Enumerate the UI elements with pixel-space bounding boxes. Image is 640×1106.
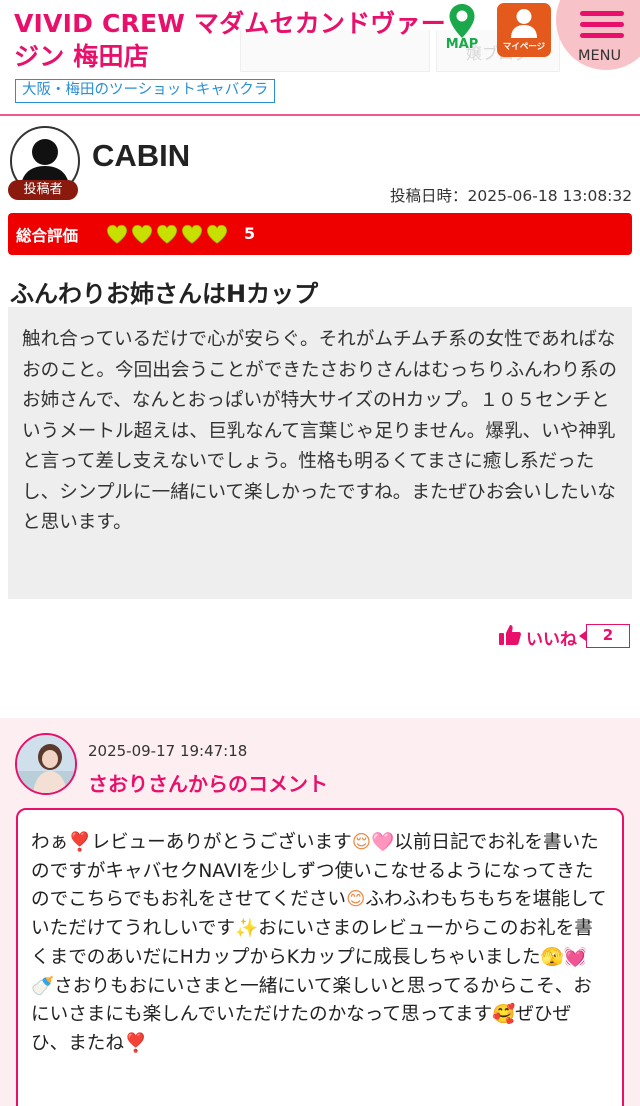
cast-photo — [17, 735, 75, 793]
heart-icon — [132, 224, 152, 244]
cast-avatar[interactable] — [15, 733, 77, 795]
heart-exclamation-emoji: ❣️ — [123, 1032, 148, 1054]
thumbs-up-icon — [499, 625, 521, 645]
comment-text: わぁ — [31, 832, 69, 853]
heart-icon — [157, 224, 177, 244]
heart-icon — [207, 224, 227, 244]
relieved-face-emoji: 😌🩷 — [351, 832, 395, 853]
comment-date: 2025-09-17 19:47:18 — [88, 742, 248, 760]
review-title: ふんわりお姉さんはHカップ — [10, 280, 319, 308]
mypage-button[interactable]: マイページ — [497, 3, 551, 57]
poster-name[interactable]: CABIN — [92, 138, 190, 174]
comment-title: さおりさんからのコメント — [88, 772, 328, 796]
smiling-face-hearts-emoji: 🥰 — [492, 1004, 516, 1026]
post-date: 投稿日時：2025-06-18 13:08:32 — [390, 187, 633, 205]
like-button[interactable]: いいね 2 — [498, 622, 634, 650]
comment-body: わぁ❣️レビューありがとうございます😌🩷以前日記でお礼を書いたのですがキャバセク… — [16, 808, 624, 1106]
rating-hearts — [106, 223, 231, 245]
poster-badge: 投稿者 — [8, 180, 78, 200]
rating-label: 総合評価 — [16, 227, 79, 245]
mypage-label: マイページ — [502, 42, 546, 52]
hamburger-icon — [580, 11, 624, 44]
shop-title[interactable]: VIVID CREW マダムセカンドヴァージン 梅田店 — [14, 7, 446, 73]
map-label: MAP — [445, 37, 479, 52]
review-body: 触れ合っているだけで心が安らぐ。それがムチムチ系の女性であればなおのこと。今回出… — [8, 307, 632, 599]
map-pin-icon — [449, 4, 475, 38]
site-header: 嬢ブログ VIVID CREW マダムセカンドヴァージン 梅田店 大阪・梅田のツ… — [0, 0, 640, 112]
heart-icon — [182, 224, 202, 244]
comment-text: レビューありがとうございます — [91, 832, 352, 853]
user-icon — [511, 9, 537, 38]
smiling-face-emoji: 😊 — [345, 889, 366, 911]
like-count: 2 — [579, 624, 630, 648]
menu-label[interactable]: MENU — [578, 48, 621, 64]
heart-icon — [107, 224, 127, 244]
heart-exclamation-emoji: ❣️ — [68, 832, 92, 853]
rating-value: 5 — [244, 224, 256, 243]
like-label: いいね — [526, 630, 577, 650]
overall-rating-bar: 総合評価 5 — [8, 213, 632, 255]
header-divider — [0, 114, 640, 116]
map-button[interactable]: MAP — [440, 3, 484, 61]
sparkles-emoji: ✨ — [234, 918, 259, 940]
shop-tagline: 大阪・梅田のツーショットキャバクラ — [15, 79, 276, 103]
